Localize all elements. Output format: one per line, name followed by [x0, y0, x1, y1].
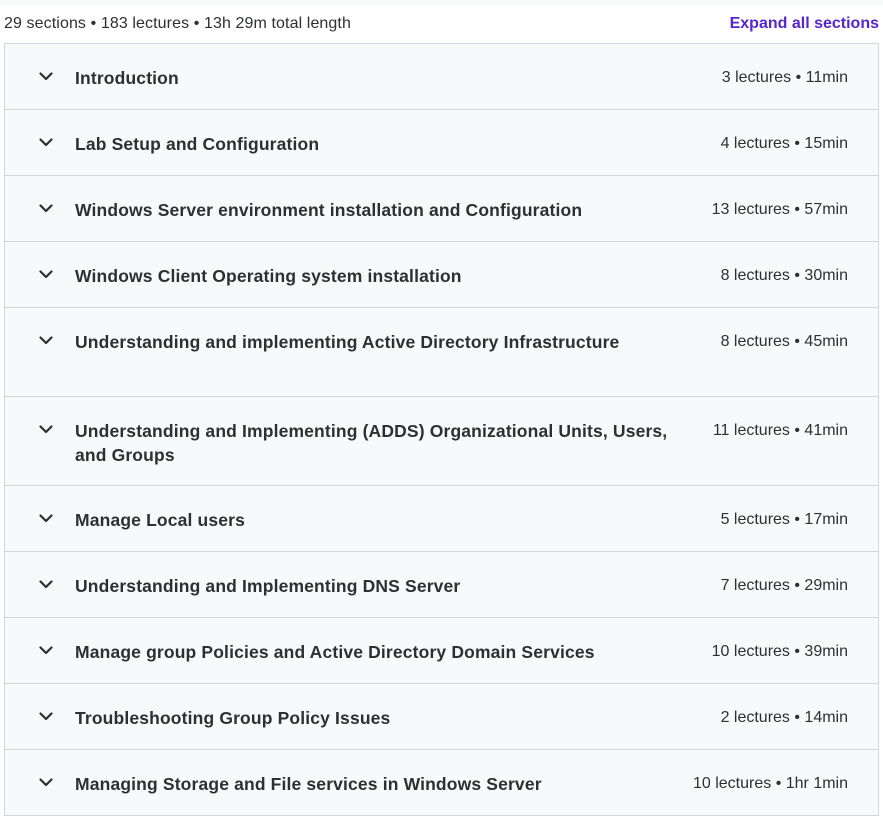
section-header[interactable]: Windows Server environment installation …: [5, 176, 878, 242]
section-title: Understanding and implementing Active Di…: [75, 332, 620, 352]
curriculum-summary: 29 sections • 183 lectures • 13h 29m tot…: [4, 15, 351, 32]
section-title: Understanding and Implementing DNS Serve…: [75, 576, 461, 596]
section-header[interactable]: Manage group Policies and Active Directo…: [5, 618, 878, 684]
section-meta: 8 lectures • 45min: [720, 333, 848, 350]
section-title: Introduction: [75, 68, 179, 88]
section-title: Lab Setup and Configuration: [75, 134, 320, 154]
chevron-down-icon: [38, 134, 54, 150]
chevron-down-icon: [38, 421, 54, 437]
chevron-down-icon: [38, 576, 54, 592]
section-title: Managing Storage and File services in Wi…: [75, 774, 542, 794]
section-header[interactable]: Windows Client Operating system installa…: [5, 242, 878, 308]
section-title: Understanding and Implementing (ADDS) Or…: [75, 421, 668, 465]
section-meta: 5 lectures • 17min: [720, 511, 848, 528]
chevron-down-icon: [38, 68, 54, 84]
expand-all-sections-button[interactable]: Expand all sections: [730, 15, 879, 33]
section-title: Manage Local users: [75, 510, 245, 530]
section-meta: 11 lectures • 41min: [712, 422, 848, 439]
section-meta: 8 lectures • 30min: [720, 267, 848, 284]
section-header[interactable]: Manage Local users 5 lectures • 17min: [5, 486, 878, 552]
section-meta: 2 lectures • 14min: [720, 709, 848, 726]
section-header[interactable]: Understanding and implementing Active Di…: [5, 308, 878, 397]
chevron-down-icon: [38, 510, 54, 526]
section-meta: 4 lectures • 15min: [720, 135, 848, 152]
chevron-down-icon: [38, 708, 54, 724]
section-header[interactable]: Troubleshooting Group Policy Issues 2 lec…: [5, 684, 878, 750]
chevron-down-icon: [38, 266, 54, 282]
chevron-down-icon: [38, 332, 54, 348]
chevron-down-icon: [38, 774, 54, 790]
section-meta: 7 lectures • 29min: [720, 577, 848, 594]
section-list: Introduction 3 lectures • 11min Lab Setup …: [4, 43, 879, 816]
section-title: Windows Client Operating system installa…: [75, 266, 462, 286]
section-header[interactable]: Understanding and Implementing DNS Serve…: [5, 552, 878, 618]
section-meta: 3 lectures • 11min: [721, 69, 848, 86]
chevron-down-icon: [38, 642, 54, 658]
section-title: Troubleshooting Group Policy Issues: [75, 708, 391, 728]
section-header[interactable]: Introduction 3 lectures • 11min: [5, 44, 878, 110]
chevron-down-icon: [38, 200, 54, 216]
section-meta: 13 lectures • 57min: [711, 201, 848, 218]
section-meta: 10 lectures • 1hr 1min: [692, 775, 848, 792]
section-title: Manage group Policies and Active Directo…: [75, 642, 595, 662]
curriculum-summary-bar: 29 sections • 183 lectures • 13h 29m tot…: [0, 5, 883, 43]
section-meta: 10 lectures • 39min: [711, 643, 848, 660]
section-header[interactable]: Lab Setup and Configuration 4 lectures • …: [5, 110, 878, 176]
section-title: Windows Server environment installation …: [75, 200, 583, 220]
section-header[interactable]: Managing Storage and File services in Wi…: [5, 750, 878, 816]
course-curriculum: 29 sections • 183 lectures • 13h 29m tot…: [0, 0, 883, 829]
section-header[interactable]: Understanding and Implementing (ADDS) Or…: [5, 397, 878, 486]
